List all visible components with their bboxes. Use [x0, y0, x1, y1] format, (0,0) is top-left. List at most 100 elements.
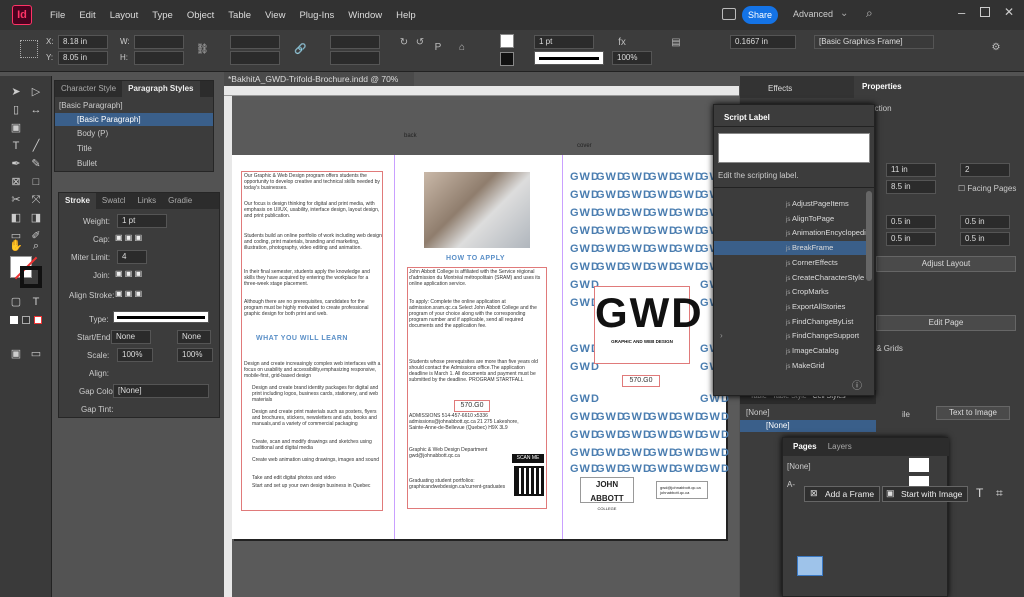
chevron-down-icon[interactable]: ⌄: [840, 8, 848, 19]
cell-style-none[interactable]: [None]: [746, 408, 770, 417]
rectangle-frame-tool-icon[interactable]: ⊠: [8, 174, 24, 190]
share-button[interactable]: Share: [742, 6, 778, 24]
script-item[interactable]: js CropMarks: [772, 285, 829, 299]
settings-icon[interactable]: ⚙: [990, 42, 1002, 54]
rectangle-tool-icon[interactable]: □: [28, 174, 44, 190]
cloud-icon[interactable]: [722, 8, 736, 20]
start-select[interactable]: None: [111, 330, 151, 344]
scale-y-field[interactable]: [230, 51, 280, 65]
free-transform-tool-icon[interactable]: ⤧: [28, 192, 44, 208]
pencil-tool-icon[interactable]: ✎: [28, 156, 44, 172]
apply-none-icon[interactable]: [34, 316, 42, 324]
constrain-link-icon[interactable]: ⛓: [196, 44, 209, 56]
zoom-tool-icon[interactable]: ⌕: [28, 238, 44, 254]
scissors-tool-icon[interactable]: ✂: [8, 192, 24, 208]
menu-object[interactable]: Object: [187, 10, 214, 21]
reference-point-icon[interactable]: [20, 40, 38, 58]
stroke-swatch[interactable]: [500, 52, 514, 66]
gap-color-select[interactable]: [None]: [113, 384, 209, 398]
none-master-thumb[interactable]: [909, 458, 929, 472]
flip-icon[interactable]: P: [432, 42, 444, 54]
john-abbott-logo[interactable]: JOHN ABBOTT COLLEGE: [580, 477, 634, 511]
facing-pages-checkbox[interactable]: ☐ Facing Pages: [958, 184, 1016, 193]
normal-view-icon[interactable]: ▣: [8, 346, 24, 362]
scale-start-field[interactable]: 100%: [117, 348, 153, 362]
script-item[interactable]: js BreakFrame: [714, 241, 866, 256]
tab-character-styles[interactable]: Character Style: [55, 81, 122, 97]
rotate-cw-icon[interactable]: ↻: [398, 37, 410, 49]
script-item[interactable]: js MakeGrid: [772, 359, 825, 373]
script-item[interactable]: js ExportAllStories: [772, 300, 845, 314]
script-item[interactable]: js CornerEffects: [772, 256, 838, 270]
menu-plugins[interactable]: Plug-Ins: [299, 10, 334, 21]
script-item[interactable]: js FindChangeSupport: [772, 329, 859, 343]
preview-mode-icon[interactable]: ▭: [28, 346, 44, 362]
direct-selection-tool-icon[interactable]: ▷: [28, 84, 44, 100]
menu-layout[interactable]: Layout: [110, 10, 139, 21]
tab-swatches[interactable]: Swatcl: [96, 193, 132, 209]
weight-field[interactable]: 1 pt: [117, 214, 167, 228]
apply-color-icon[interactable]: [10, 316, 18, 324]
gradient-tool-icon[interactable]: ◧: [8, 210, 24, 226]
script-item[interactable]: js ImageCatalog: [772, 344, 839, 358]
menu-window[interactable]: Window: [348, 10, 382, 21]
pen-tool-icon[interactable]: ✒: [8, 156, 24, 172]
pages-none-master[interactable]: [None]: [787, 462, 811, 471]
brochure-spread[interactable]: Our Graphic & Web Design program offers …: [232, 155, 729, 539]
close-icon[interactable]: ✕: [1004, 5, 1014, 19]
apply-gradient-icon[interactable]: [22, 316, 30, 324]
margin-left-field[interactable]: 0.5 in: [960, 232, 1010, 246]
workspace-switcher[interactable]: Advanced: [793, 9, 833, 19]
hand-tool-icon[interactable]: ✋: [8, 238, 24, 254]
fill-swatch[interactable]: [500, 34, 514, 48]
type-tool-icon[interactable]: T: [8, 138, 24, 154]
start-with-image-button[interactable]: Start with Image: [882, 486, 968, 502]
h-field[interactable]: [134, 51, 184, 65]
menu-table[interactable]: Table: [228, 10, 251, 21]
line-tool-icon[interactable]: ╱: [28, 138, 44, 154]
script-item[interactable]: js AdjustPageItems: [772, 197, 849, 211]
opacity-field[interactable]: 100%: [612, 51, 652, 65]
scale-end-field[interactable]: 100%: [177, 348, 213, 362]
rotate-ccw-icon[interactable]: ↺: [414, 37, 426, 49]
corner-offset-field[interactable]: 0.1667 in: [730, 35, 796, 49]
stroke-type-select[interactable]: [534, 51, 604, 65]
stroke-color-icon[interactable]: [20, 266, 42, 288]
maximize-icon[interactable]: [980, 7, 990, 17]
tab-pages[interactable]: Pages: [793, 442, 817, 451]
cell-style-none-selected[interactable]: [None]: [740, 420, 876, 432]
object-style-select[interactable]: [Basic Graphics Frame]: [814, 35, 934, 49]
script-item[interactable]: js CreateCharacterStyle: [772, 271, 864, 285]
x-field[interactable]: 8.18 in: [58, 35, 108, 49]
style-item-bullet[interactable]: Bullet: [77, 159, 97, 168]
margin-right-field[interactable]: 0.5 in: [960, 215, 1010, 229]
align-stroke-buttons[interactable]: ▣ ▣ ▣: [115, 289, 142, 298]
minimize-icon[interactable]: –: [958, 5, 965, 20]
style-item-title[interactable]: Title: [77, 144, 92, 153]
select-container-icon[interactable]: ⌂: [456, 42, 468, 54]
scrollbar[interactable]: [866, 191, 872, 281]
page-height-field[interactable]: 8.5 in: [886, 180, 936, 194]
students-photo[interactable]: [424, 172, 530, 248]
chevron-right-icon[interactable]: ›: [720, 331, 723, 340]
content-collector-icon[interactable]: ▣: [8, 120, 24, 136]
stroke-type-dropdown[interactable]: [113, 311, 209, 323]
spread-thumbnail[interactable]: [797, 556, 823, 576]
search-icon[interactable]: ⌕: [866, 6, 873, 21]
style-item-basic[interactable]: [Basic Paragraph]: [55, 113, 213, 126]
gap-tool-icon[interactable]: ↔: [28, 102, 44, 118]
style-item-body[interactable]: Body (P): [77, 129, 108, 138]
shear-field[interactable]: [330, 51, 380, 65]
pages-count-field[interactable]: 2: [960, 163, 1010, 177]
y-field[interactable]: 8.05 in: [58, 51, 108, 65]
script-item[interactable]: js AlignToPage: [772, 212, 834, 226]
properties-tab[interactable]: Properties: [854, 76, 1024, 98]
script-item[interactable]: js AnimationEncyclopedia: [772, 226, 870, 240]
gradient-feather-icon[interactable]: ◨: [28, 210, 44, 226]
selection-tool-icon[interactable]: ➤: [8, 84, 24, 100]
menu-view[interactable]: View: [265, 10, 285, 21]
miter-field[interactable]: 4: [117, 250, 147, 264]
info-icon[interactable]: ⓘ: [852, 377, 862, 392]
document-tab[interactable]: *BakhitA_GWD-Trifold-Brochure.indd @ 70%: [224, 72, 414, 86]
menu-type[interactable]: Type: [152, 10, 173, 21]
